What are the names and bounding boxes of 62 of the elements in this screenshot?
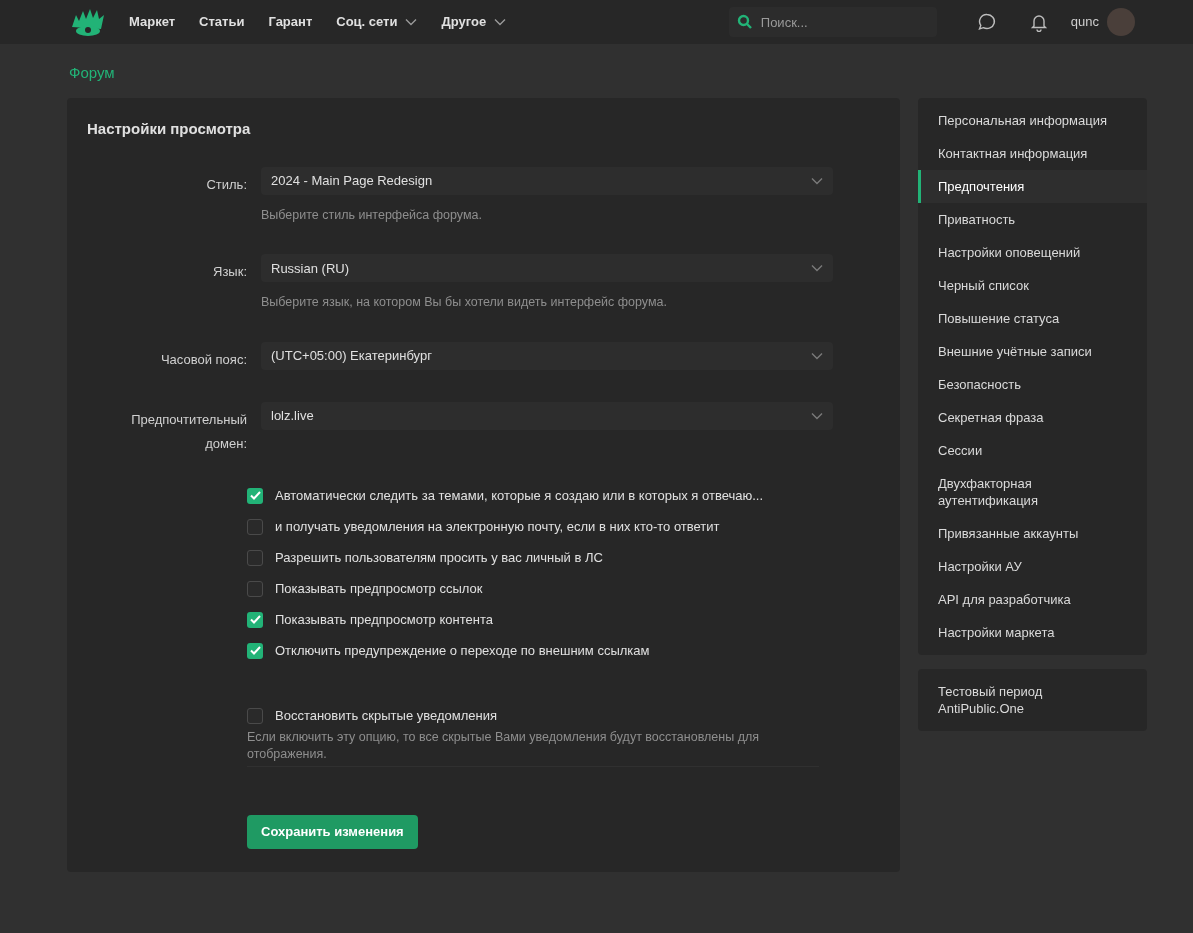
- panel-title: Настройки просмотра: [87, 119, 251, 139]
- sidebar-item[interactable]: API для разработчика: [918, 583, 1147, 616]
- field-label: Предпочтительный домен:: [130, 411, 247, 453]
- sidebar-item[interactable]: Повышение статуса: [918, 302, 1147, 335]
- sidebar-item[interactable]: Двухфакторная аутентификация: [918, 467, 1147, 517]
- sidebar-item[interactable]: Настройки АУ: [918, 550, 1147, 583]
- checkbox[interactable]: [247, 580, 263, 597]
- chevron-down-icon: [811, 352, 823, 360]
- checkbox[interactable]: [247, 549, 263, 566]
- chevron-down-icon: [811, 412, 823, 420]
- checkbox-label[interactable]: и получать уведомления на электронную почту, если в них кто-то ответит: [275, 516, 720, 537]
- sidebar-item[interactable]: Настройки маркета: [918, 616, 1147, 649]
- chevron-down-icon: [405, 18, 418, 26]
- checkbox[interactable]: [247, 518, 263, 535]
- chevron-down-icon: [811, 264, 823, 273]
- sidebar-item[interactable]: Контактная информация: [918, 137, 1147, 170]
- checkbox-label[interactable]: Показывать предпросмотр контента: [275, 609, 493, 630]
- search-field[interactable]: Поиск...: [728, 7, 937, 37]
- field-label: Язык:: [212, 263, 247, 282]
- sidebar-item[interactable]: Безопасность: [918, 368, 1147, 401]
- sidebar-item[interactable]: Тестовый период AntiPublic.One: [918, 683, 1147, 717]
- sidebar-item[interactable]: Сессии: [918, 434, 1147, 467]
- nav-link[interactable]: Гарант: [268, 12, 313, 32]
- field-label: Стиль:: [205, 175, 247, 194]
- search-icon: [736, 14, 753, 30]
- checkbox-label[interactable]: Автоматически следить за темами, которые я создаю или в которых я отвечаю...: [275, 485, 764, 506]
- select-field[interactable]: (UTC+05:00) Екатеринбург: [261, 342, 833, 370]
- save-button[interactable]: Сохранить изменения: [247, 815, 418, 849]
- option-hint: Если включить эту опцию, то все скрытые Вами уведомления будут восстановлены для отображения.: [247, 729, 819, 767]
- checkbox-label[interactable]: Показывать предпросмотр ссылок: [275, 578, 483, 599]
- sidebar-item[interactable]: Приватность: [918, 203, 1147, 236]
- checkbox-label[interactable]: Разрешить пользователям просить у вас личный в ЛС: [275, 547, 603, 568]
- chat-bubble-icon[interactable]: [976, 12, 997, 32]
- username[interactable]: qunc: [1070, 12, 1099, 32]
- checkbox[interactable]: [247, 707, 263, 724]
- select-field[interactable]: lolz.live: [261, 402, 833, 430]
- select-field[interactable]: 2024 - Main Page Redesign: [261, 166, 833, 195]
- nav-link[interactable]: Маркет: [129, 12, 176, 32]
- nav-link[interactable]: Соц. сети: [336, 12, 418, 32]
- nav-link[interactable]: Другое: [441, 12, 507, 32]
- sidebar-item[interactable]: Настройки оповещений: [918, 236, 1147, 269]
- checkbox-label[interactable]: Отключить предупреждение о переходе по внешним ссылкам: [275, 640, 650, 661]
- sidebar-item[interactable]: Внешние учётные записи: [918, 335, 1147, 368]
- checkbox[interactable]: [247, 487, 263, 504]
- checkbox-label[interactable]: Восстановить скрытые уведомления: [275, 705, 497, 726]
- sidebar-item[interactable]: Привязанные аккаунты: [918, 517, 1147, 550]
- sidebar-item[interactable]: Персональная информация: [918, 104, 1147, 137]
- bell-icon[interactable]: [1028, 12, 1049, 32]
- chevron-down-icon: [811, 176, 823, 185]
- field-hint: Выберите стиль интерфейса форума.: [261, 206, 482, 224]
- sidebar-item[interactable]: Предпочтения: [918, 170, 1147, 203]
- field-label: Часовой пояс:: [159, 351, 247, 369]
- sidebar-item[interactable]: Секретная фраза: [918, 401, 1147, 434]
- select-field[interactable]: Russian (RU): [261, 254, 833, 283]
- checkbox[interactable]: [247, 611, 263, 628]
- breadcrumb-link[interactable]: Форум: [69, 62, 115, 82]
- chevron-down-icon: [494, 18, 507, 26]
- nav-link[interactable]: Статьи: [199, 12, 245, 32]
- field-hint: Выберите язык, на котором Вы бы хотели видеть интерфейс форума.: [261, 294, 667, 312]
- sidebar-item[interactable]: Черный список: [918, 269, 1147, 302]
- checkbox[interactable]: [247, 642, 263, 659]
- eye-logo-icon: [70, 7, 106, 37]
